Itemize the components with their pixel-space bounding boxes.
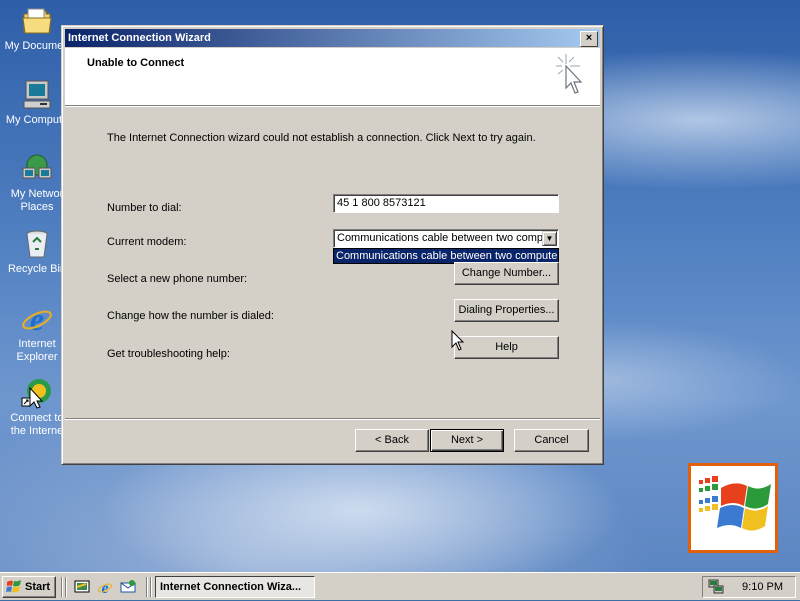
start-button[interactable]: Start xyxy=(2,576,56,598)
troubleshooting-label: Get troubleshooting help: xyxy=(107,348,230,360)
folder-icon xyxy=(20,4,54,38)
ie-icon: e xyxy=(20,301,54,337)
cancel-button[interactable]: Cancel xyxy=(514,429,589,452)
next-button[interactable]: Next > xyxy=(430,429,504,452)
wizard-header: Unable to Connect xyxy=(65,48,600,106)
computer-icon xyxy=(20,78,54,112)
show-desktop-icon[interactable] xyxy=(74,579,90,595)
network-connection-icon[interactable] xyxy=(708,579,726,598)
outlook-express-icon[interactable] xyxy=(120,579,136,595)
chevron-down-icon: ▼ xyxy=(545,234,554,243)
current-modem-label: Current modem: xyxy=(107,236,187,248)
dropdown-arrow-button[interactable]: ▼ xyxy=(542,231,557,246)
svg-text:e: e xyxy=(30,302,44,336)
error-message: The Internet Connection wizard could not… xyxy=(107,132,536,144)
system-tray: 9:10 PM xyxy=(702,576,796,598)
mouse-pointer-icon xyxy=(451,329,465,352)
header-divider xyxy=(65,106,600,107)
taskbar-separator xyxy=(61,577,63,597)
number-to-dial-label: Number to dial: xyxy=(107,202,182,214)
help-button[interactable]: Help xyxy=(454,336,559,359)
number-to-dial-field[interactable]: 45 1 800 8573121 xyxy=(333,194,559,213)
current-modem-value: Communications cable between two compu xyxy=(337,232,550,244)
taskbar-separator xyxy=(150,577,152,597)
window-titlebar[interactable]: Internet Connection Wizard × xyxy=(65,29,600,47)
connect-icon xyxy=(20,376,54,410)
windows-logo xyxy=(688,463,778,553)
new-phone-number-label: Select a new phone number: xyxy=(107,273,248,285)
modem-option[interactable]: Communications cable between two compute… xyxy=(334,249,558,263)
current-modem-select[interactable]: Communications cable between two compu ▼ xyxy=(333,229,559,248)
windows-flag-icon xyxy=(6,580,22,601)
dialing-properties-button[interactable]: Dialing Properties... xyxy=(454,299,559,322)
page-title: Unable to Connect xyxy=(87,57,185,69)
close-button[interactable]: × xyxy=(580,31,598,47)
windows-flag-icon xyxy=(699,476,771,531)
wizard-sparkle-cursor-icon xyxy=(552,52,586,103)
footer-divider xyxy=(65,418,600,420)
taskbar-separator xyxy=(65,577,67,597)
ie-quicklaunch-icon[interactable]: e xyxy=(97,579,113,597)
clock[interactable]: 9:10 PM xyxy=(742,581,783,593)
back-button[interactable]: < Back xyxy=(355,429,429,452)
network-icon xyxy=(20,152,54,186)
internet-connection-wizard-window[interactable]: Internet Connection Wizard × Unable to C… xyxy=(61,25,604,465)
recycle-bin-icon xyxy=(20,227,54,261)
taskbar-separator xyxy=(146,577,148,597)
taskbar: Start e Internet Connection Wiza... 9:10… xyxy=(0,572,800,600)
start-label: Start xyxy=(25,581,51,593)
close-icon: × xyxy=(585,32,593,44)
change-number-button[interactable]: Change Number... xyxy=(454,262,559,285)
taskbar-item-internet-connection-wizard[interactable]: Internet Connection Wiza... xyxy=(155,576,315,598)
svg-text:e: e xyxy=(101,580,108,595)
window-title: Internet Connection Wizard xyxy=(68,32,211,44)
dialing-method-label: Change how the number is dialed: xyxy=(107,310,274,322)
